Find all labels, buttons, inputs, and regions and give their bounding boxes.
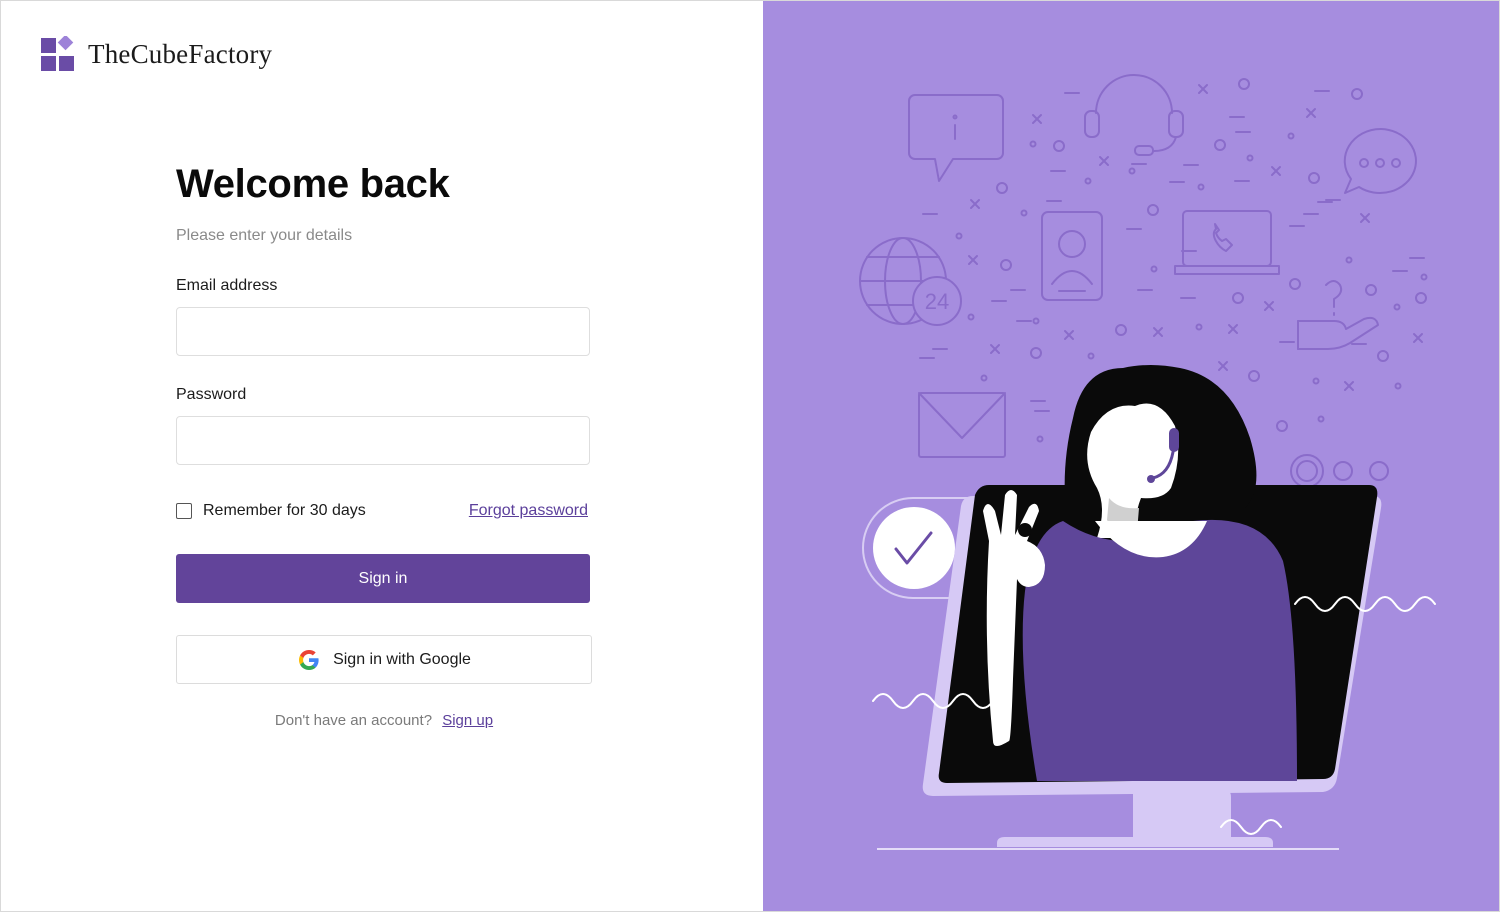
phone-contact-icon bbox=[1041, 211, 1103, 301]
google-icon bbox=[299, 649, 319, 670]
illustration-panel: 24 bbox=[763, 1, 1499, 911]
no-account-text: Don't have an account? bbox=[274, 712, 433, 729]
google-sign-in-button[interactable]: Sign in with Google bbox=[176, 635, 592, 684]
password-label: Password bbox=[176, 386, 247, 403]
status-circles-icon bbox=[1290, 454, 1389, 488]
cube-logo-icon bbox=[41, 34, 77, 72]
support-agent-illustration bbox=[983, 365, 1297, 781]
app-window: TheCubeFactory Welcome back Please enter… bbox=[0, 0, 1500, 912]
email-label: Email address bbox=[176, 277, 278, 294]
google-sign-in-label: Sign in with Google bbox=[333, 650, 471, 668]
headset-icon bbox=[1084, 74, 1184, 156]
login-form: Welcome back Please enter your details E… bbox=[176, 161, 592, 729]
sign-in-label: Sign in bbox=[358, 569, 408, 587]
globe-24-label: 24 bbox=[925, 289, 949, 314]
page-subtitle: Please enter your details bbox=[176, 227, 353, 244]
email-field[interactable] bbox=[176, 307, 590, 356]
envelope-icon bbox=[918, 392, 1006, 458]
password-field[interactable] bbox=[176, 416, 590, 465]
chat-bubble-icon bbox=[1343, 127, 1417, 194]
signup-row: Don't have an account? Sign up bbox=[176, 712, 592, 729]
support-illustration: 24 bbox=[859, 74, 1436, 850]
sign-up-link[interactable]: Sign up bbox=[442, 712, 493, 729]
sign-in-button[interactable]: Sign in bbox=[176, 554, 590, 603]
forgot-password-link[interactable]: Forgot password bbox=[469, 502, 588, 520]
remember-option[interactable]: Remember for 30 days bbox=[176, 502, 366, 520]
info-bubble-icon bbox=[908, 94, 1004, 182]
laptop-call-icon bbox=[1174, 210, 1280, 275]
question-icon bbox=[1325, 280, 1343, 316]
brand-name: TheCubeFactory bbox=[88, 38, 273, 69]
login-panel: TheCubeFactory Welcome back Please enter… bbox=[1, 1, 763, 911]
brand[interactable]: TheCubeFactory bbox=[41, 34, 273, 72]
remember-checkbox[interactable] bbox=[176, 503, 192, 519]
remember-label: Remember for 30 days bbox=[203, 502, 366, 519]
decor-dashes bbox=[919, 90, 1425, 412]
options-row: Remember for 30 days Forgot password bbox=[176, 499, 588, 523]
page-title: Welcome back bbox=[176, 162, 450, 206]
